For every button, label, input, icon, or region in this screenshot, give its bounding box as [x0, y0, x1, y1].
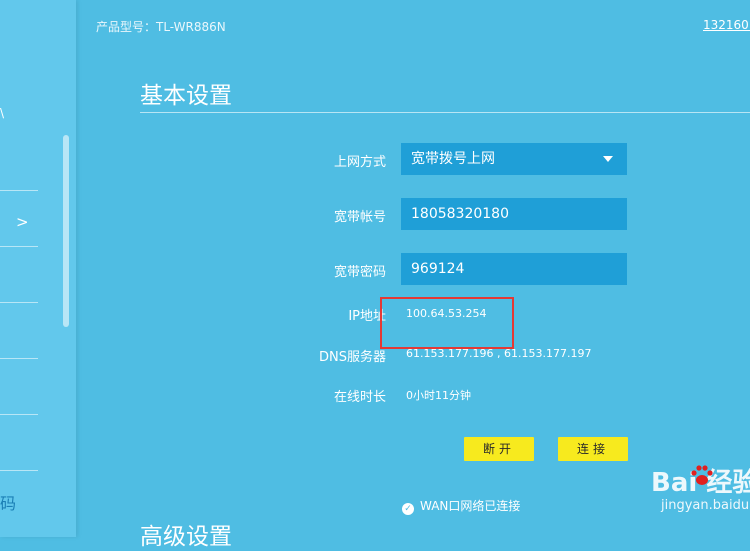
- wan-type-select[interactable]: 宽带拨号上网: [401, 143, 627, 175]
- basic-settings-title: 基本设置: [140, 83, 232, 109]
- check-icon: ✓: [402, 503, 414, 515]
- password-label: 宽带密码: [333, 265, 386, 280]
- sidebar-divider: [0, 302, 38, 303]
- dropdown-arrow-icon: [603, 156, 613, 162]
- uptime-label: 在线时长: [333, 390, 386, 405]
- sidebar-tick: \: [0, 106, 5, 120]
- baidu-jingyan-watermark: Bai 经验 jingyan.baidu.com: [651, 462, 750, 522]
- main-content: 产品型号：TL-WR886N 1321601 基本设置 上网方式 宽带拨号上网 …: [76, 0, 750, 550]
- wan-status-text: WAN口网络已连接: [420, 499, 521, 513]
- advanced-settings-title[interactable]: 高级设置: [140, 517, 232, 551]
- sidebar-item-partial[interactable]: 码: [0, 490, 16, 514]
- account-input[interactable]: 18058320180: [401, 198, 627, 230]
- title-divider: [140, 112, 750, 113]
- product-model: 产品型号：TL-WR886N: [96, 20, 226, 34]
- sidebar-expand-arrow-icon[interactable]: >: [16, 213, 29, 231]
- password-input[interactable]: 969124: [401, 253, 627, 285]
- sidebar-divider: [0, 414, 38, 415]
- watermark-url: jingyan.baidu.com: [661, 498, 750, 513]
- dns-label: DNS服务器: [319, 350, 386, 365]
- wan-type-label: 上网方式: [333, 155, 386, 170]
- connect-button[interactable]: 连接: [558, 437, 628, 461]
- sidebar-divider: [0, 190, 38, 191]
- sidebar-divider: [0, 246, 38, 247]
- sidebar: \ > 码: [0, 0, 76, 537]
- uptime-value: 0小时11分钟: [406, 389, 471, 402]
- sidebar-scrollbar[interactable]: [63, 135, 69, 327]
- sidebar-divider: [0, 358, 38, 359]
- baidu-paw-icon: [691, 465, 713, 485]
- wan-type-value: 宽带拨号上网: [411, 151, 495, 167]
- sidebar-divider: [0, 470, 38, 471]
- highlight-box: [380, 297, 514, 349]
- disconnect-button[interactable]: 断开: [464, 437, 534, 461]
- phone-link[interactable]: 1321601: [703, 18, 750, 32]
- account-label: 宽带帐号: [333, 210, 386, 225]
- wan-status: ✓ WAN口网络已连接: [402, 497, 520, 515]
